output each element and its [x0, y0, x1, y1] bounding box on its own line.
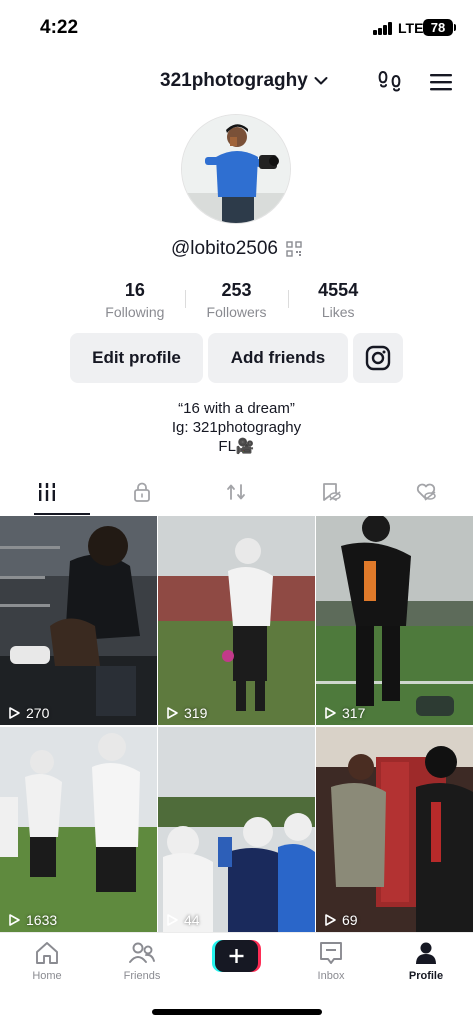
stat-label: Followers [206, 304, 267, 320]
home-indicator [152, 1009, 322, 1015]
plus-icon [212, 940, 261, 972]
battery-icon: 78 [423, 19, 453, 36]
nav-label: Profile [408, 970, 444, 982]
profile-header: 321photograghy [0, 62, 473, 104]
inbox-icon [320, 942, 342, 964]
stat-label: Likes [321, 304, 355, 320]
view-count: 1633 [7, 912, 57, 928]
network-label: LTE [398, 20, 424, 36]
chevron-down-icon [314, 77, 328, 85]
stat-label: Following [105, 304, 165, 320]
view-count: 319 [165, 705, 207, 721]
username-row: @lobito2506 [0, 238, 473, 260]
lock-icon [133, 482, 150, 502]
view-count-value: 1633 [26, 912, 58, 928]
signal-icon [373, 22, 395, 35]
video-thumbnail-image [316, 727, 473, 932]
avatar-photo [182, 115, 290, 223]
play-icon [167, 914, 178, 926]
view-count-value: 319 [184, 705, 208, 721]
favorites-hidden-icon [323, 483, 341, 501]
nav-friends[interactable]: Friends [107, 939, 177, 982]
view-count: 44 [165, 912, 200, 928]
view-count: 317 [323, 705, 365, 721]
friends-icon [129, 942, 155, 963]
video-thumbnail-image [316, 516, 473, 725]
view-count-value: 44 [184, 912, 200, 928]
qr-code-icon[interactable] [286, 241, 302, 257]
video-thumbnail[interactable]: 317 [316, 516, 473, 725]
stat-value: 4554 [318, 280, 359, 300]
view-count-value: 69 [342, 912, 358, 928]
battery-cap [454, 24, 456, 31]
view-count-value: 270 [26, 705, 50, 721]
tab-private[interactable] [95, 478, 190, 516]
tab-reposts[interactable] [189, 478, 284, 516]
stat-likes[interactable]: 4554 Likes [287, 280, 389, 320]
bio-line: Ig: 321photograghy [171, 419, 302, 436]
nav-inbox[interactable]: Inbox [296, 939, 366, 982]
liked-hidden-icon [416, 483, 436, 501]
stat-value: 16 [124, 280, 145, 300]
footprint-icon[interactable] [376, 68, 404, 96]
profile-bio: “16 with a dream” Ig: 321photograghy FL🎥 [0, 399, 473, 456]
active-tab-indicator [34, 513, 90, 515]
video-thumbnail-image [0, 727, 157, 932]
username: @lobito2506 [171, 238, 278, 259]
play-icon [325, 914, 336, 926]
play-icon [325, 707, 336, 719]
play-icon [9, 914, 20, 926]
profile-icon [416, 942, 436, 964]
nav-label: Inbox [317, 970, 345, 982]
nav-label: Home [32, 970, 62, 982]
status-bar: 4:22 LTE 78 [0, 0, 473, 54]
video-thumbnail[interactable]: 69 [316, 727, 473, 932]
menu-icon[interactable] [428, 70, 454, 94]
repost-icon [227, 484, 246, 500]
instagram-icon [365, 345, 391, 371]
video-grid: 270 319 317 1633 44 69 [0, 516, 473, 932]
nav-profile[interactable]: Profile [391, 939, 461, 982]
view-count: 270 [7, 705, 49, 721]
video-thumbnail-image [158, 727, 315, 932]
play-icon [167, 707, 178, 719]
nav-label: Friends [123, 970, 161, 982]
content-tabs [0, 478, 473, 516]
add-friends-button[interactable]: Add friends [208, 333, 348, 383]
play-icon [9, 707, 20, 719]
avatar[interactable] [181, 114, 291, 224]
video-thumbnail[interactable]: 319 [158, 516, 315, 725]
account-name: 321photograghy [160, 70, 308, 91]
stat-following[interactable]: 16 Following [84, 280, 186, 320]
grid-icon [37, 483, 58, 501]
status-time: 4:22 [40, 17, 79, 38]
create-button[interactable] [212, 940, 261, 972]
video-thumbnail[interactable]: 44 [158, 727, 315, 932]
nav-home[interactable]: Home [12, 939, 82, 982]
account-switcher[interactable]: 321photograghy [160, 70, 328, 92]
video-thumbnail[interactable]: 270 [0, 516, 157, 725]
instagram-button[interactable] [353, 333, 403, 383]
profile-stats: 16 Following 253 Followers 4554 Likes [84, 280, 389, 320]
video-thumbnail-image [0, 516, 157, 725]
video-thumbnail-image [158, 516, 315, 725]
view-count-value: 317 [342, 705, 366, 721]
edit-profile-button[interactable]: Edit profile [70, 333, 203, 383]
tab-favorites[interactable] [284, 478, 379, 516]
bio-line: FL🎥 [218, 438, 255, 455]
bio-line: “16 with a dream” [178, 400, 295, 417]
stat-value: 253 [221, 280, 252, 300]
view-count: 69 [323, 912, 358, 928]
tab-videos[interactable] [0, 478, 95, 516]
tab-liked[interactable] [378, 478, 473, 516]
video-thumbnail[interactable]: 1633 [0, 727, 157, 932]
home-icon [36, 942, 58, 964]
stat-followers[interactable]: 253 Followers [186, 280, 288, 320]
